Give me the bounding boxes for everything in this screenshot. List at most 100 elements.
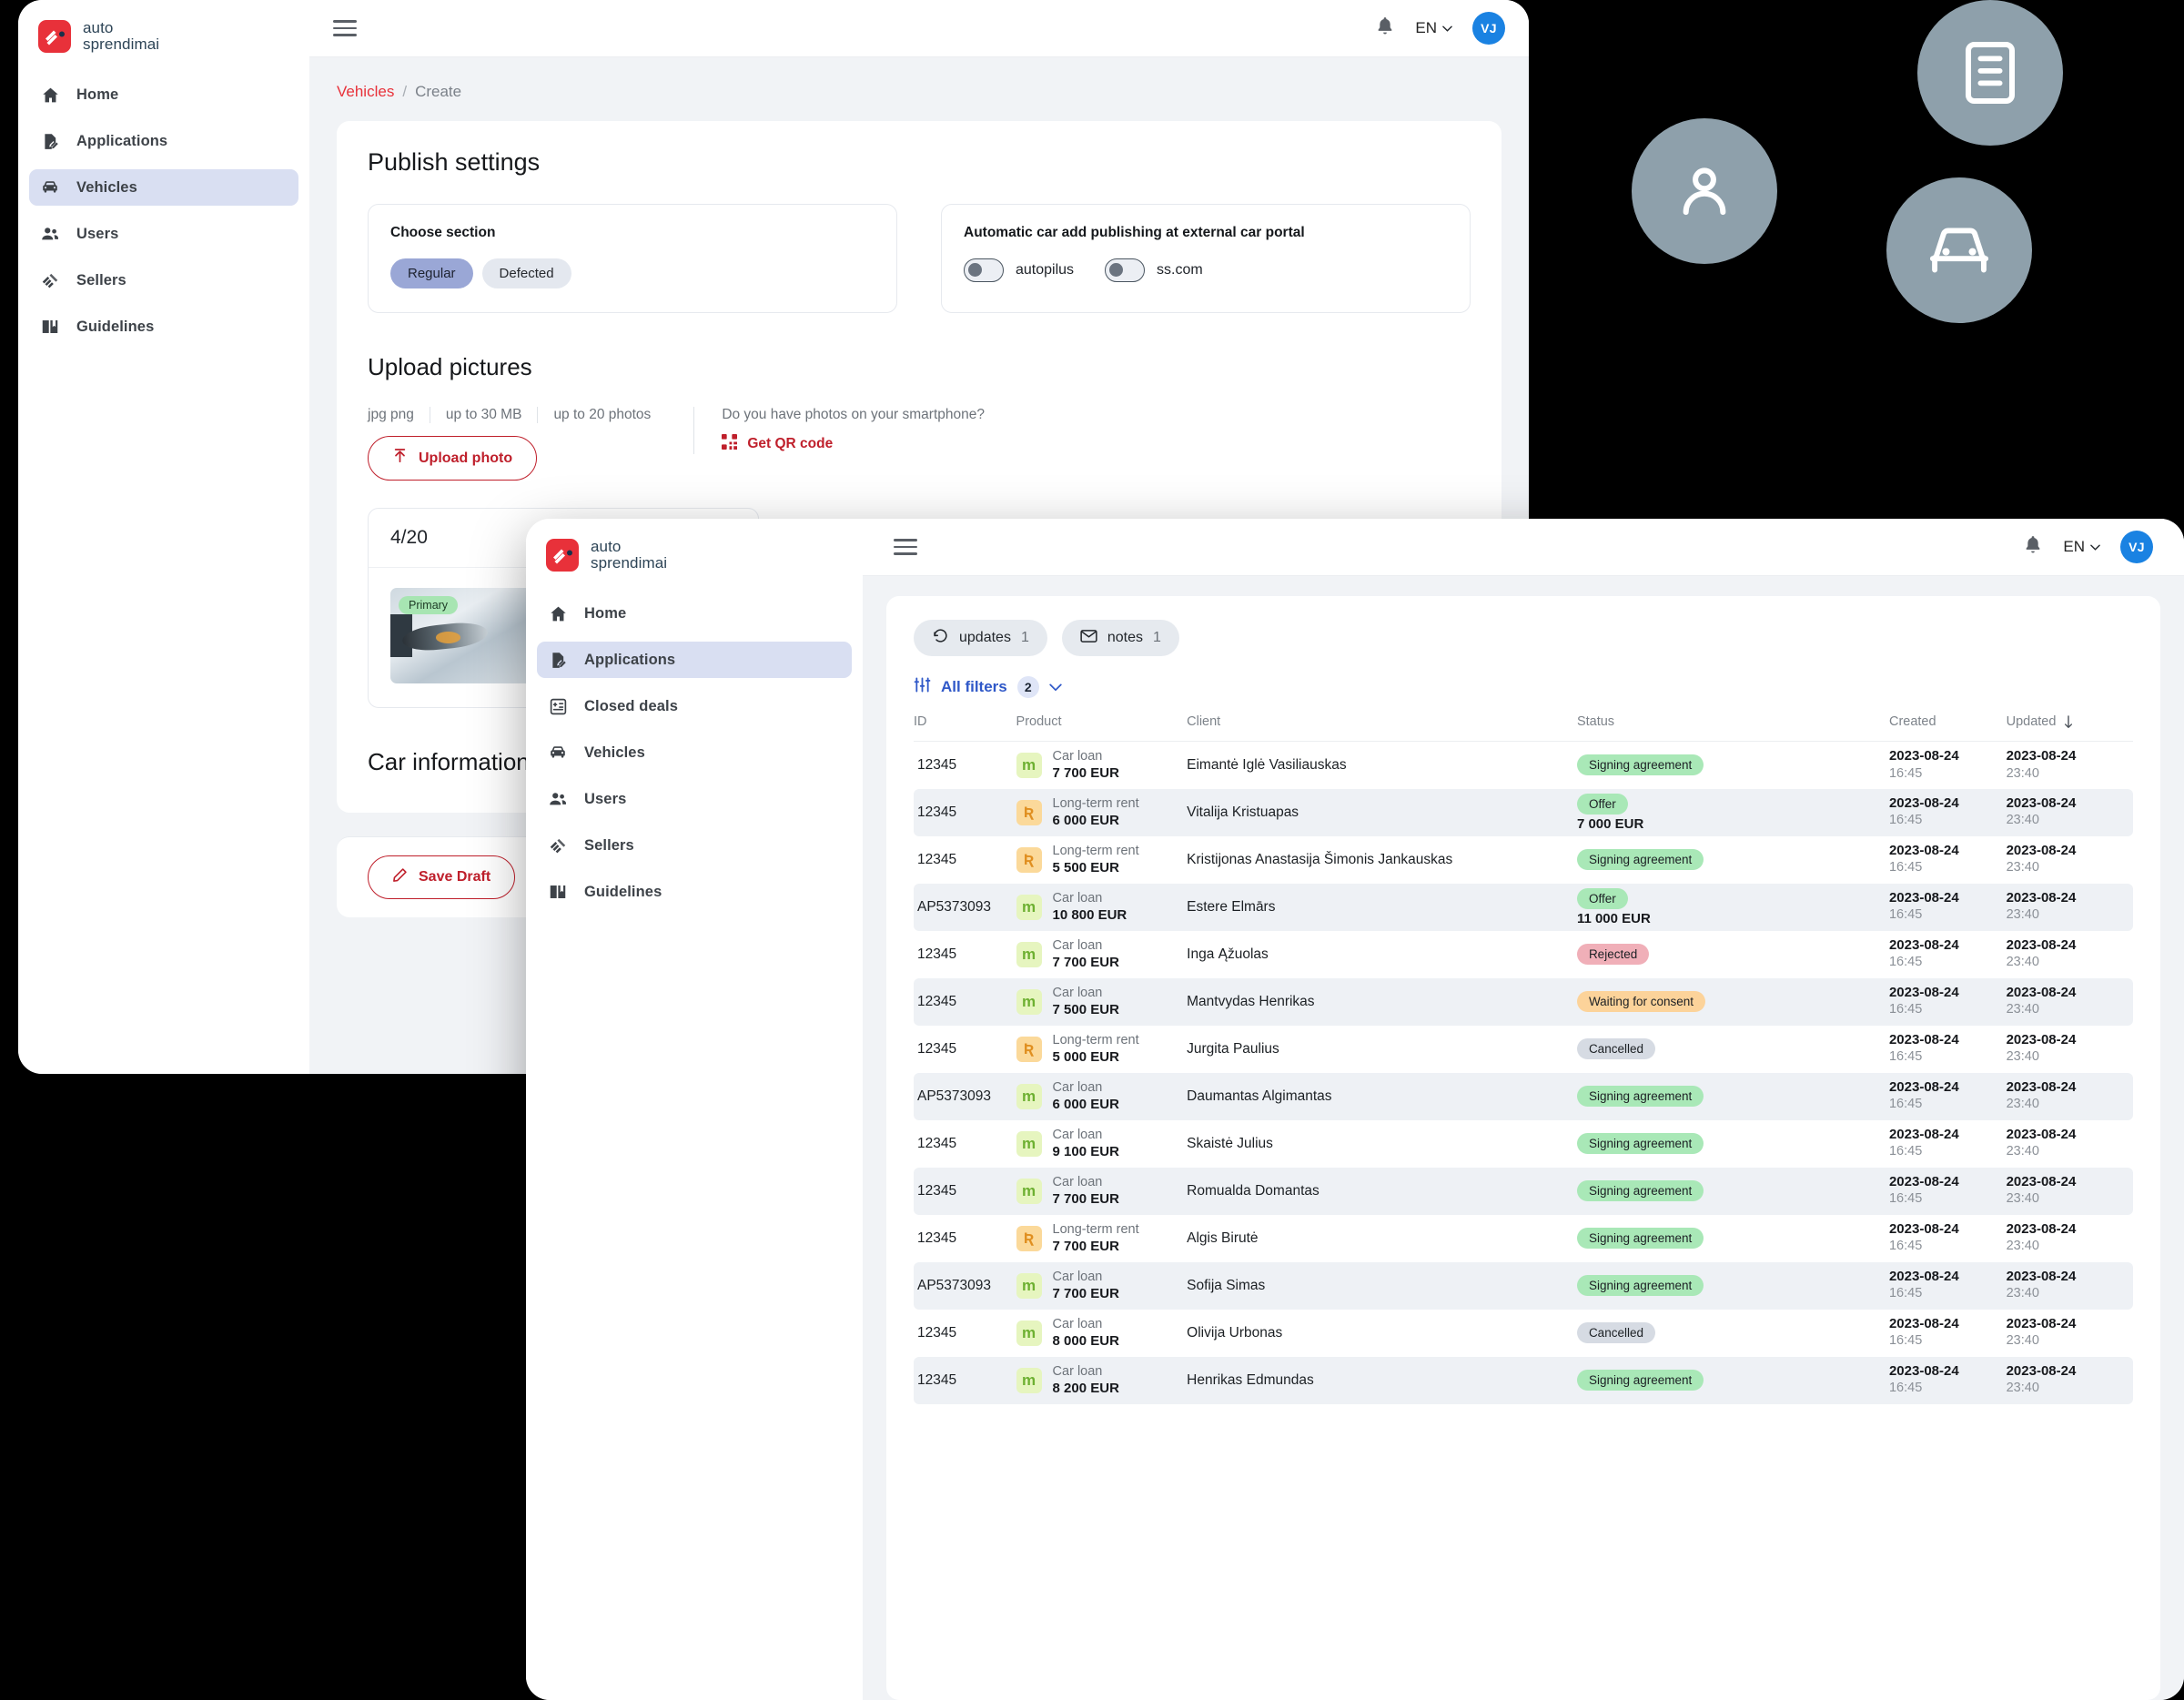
created-date: 2023-08-24 xyxy=(1888,1126,1959,1142)
sidebar-item-label: Home xyxy=(584,604,627,622)
product-amount: 7 700 EUR xyxy=(1052,1238,1119,1254)
table-row[interactable]: 12345 m Car loan 7 700 EUR Inga Ąžuolas Rejec… xyxy=(914,931,2133,978)
product-name: Long-term rent xyxy=(1052,843,1139,858)
sidebar-item-label: Sellers xyxy=(584,836,634,854)
cell-id: AP5373093 xyxy=(914,883,1016,931)
chevron-down-icon xyxy=(2090,544,2100,551)
sidebar-item-vehicles[interactable]: Vehicles xyxy=(537,734,852,771)
product-text: Car loan 8 200 EUR xyxy=(1053,1363,1119,1398)
column-header-client[interactable]: Client xyxy=(1187,714,1577,742)
table-row[interactable]: 12345 m Car loan 7 700 EUR Romualda Domantas… xyxy=(914,1167,2133,1215)
menu-toggle-icon[interactable] xyxy=(333,20,357,36)
menu-toggle-icon[interactable] xyxy=(894,539,917,555)
breadcrumb-vehicles[interactable]: Vehicles xyxy=(337,83,394,100)
cell-id: 12345 xyxy=(914,1167,1016,1215)
handshake-icon xyxy=(548,835,568,855)
application-icon xyxy=(548,650,568,670)
save-draft-button[interactable]: Save Draft xyxy=(368,855,516,899)
cell-updated: 2023-08-24 23:40 xyxy=(2007,836,2133,884)
sidebar-item-users[interactable]: Users xyxy=(537,781,852,817)
column-header-status[interactable]: Status xyxy=(1576,714,1889,742)
car-loan-icon: m xyxy=(1016,988,1042,1015)
created-time: 16:45 xyxy=(1888,1333,1923,1349)
thumbnail-shape-indicator xyxy=(436,632,461,643)
cell-created: 2023-08-24 16:45 xyxy=(1889,1215,2007,1262)
product-name: Long-term rent xyxy=(1052,1221,1139,1237)
cell-client: Sofija Simas xyxy=(1187,1261,1577,1310)
chip-notes[interactable]: notes 1 xyxy=(1061,620,1179,656)
avatar[interactable]: VJ xyxy=(2120,531,2153,563)
sidebar-item-closed-deals[interactable]: Closed deals xyxy=(537,688,852,724)
cell-created: 2023-08-24 16:45 xyxy=(1889,742,2007,789)
cell-id: 12345 xyxy=(917,1229,957,1246)
cell-client: Romualda Domantas xyxy=(1187,1167,1577,1215)
toggle-sscom[interactable] xyxy=(1105,258,1146,282)
sidebar-item-label: Guidelines xyxy=(584,883,662,900)
sidebar-item-label: Applications xyxy=(584,651,676,668)
book-icon xyxy=(40,317,60,337)
table-row[interactable]: 12345 m Car loan 7 700 EUR Eimantė Iglė Vasi… xyxy=(914,742,2133,789)
table-row[interactable]: 12345 m Car loan 7 500 EUR Mantvydas Henrika… xyxy=(914,977,2133,1026)
all-filters-control[interactable]: All filters 2 xyxy=(914,676,2133,698)
car-icon xyxy=(40,177,60,197)
language-selector[interactable]: EN xyxy=(2063,538,2100,556)
product-text: Car loan 6 000 EUR xyxy=(1053,1079,1119,1114)
column-header-updated[interactable]: Updated xyxy=(2006,714,2133,742)
sidebar-item-home[interactable]: Home xyxy=(537,595,852,632)
sidebar-item-users[interactable]: Users xyxy=(29,216,298,252)
section-option-regular[interactable]: Regular xyxy=(390,258,473,288)
product-name: Car loan xyxy=(1052,748,1103,764)
brand-logo[interactable]: auto sprendimai xyxy=(18,0,309,76)
updated-date: 2023-08-24 xyxy=(2006,747,2077,764)
section-option-defected[interactable]: Defected xyxy=(481,258,571,288)
sidebar-item-home[interactable]: Home xyxy=(29,76,298,113)
created-time: 16:45 xyxy=(1888,765,1923,781)
language-selector[interactable]: EN xyxy=(1415,19,1452,37)
table-row[interactable]: 12345 Ʀ Long-term rent 5 500 EUR Kristijonas… xyxy=(914,836,2133,884)
sidebar-item-guidelines[interactable]: Guidelines xyxy=(29,309,298,345)
table-row[interactable]: 12345 Ʀ Long-term rent 5 000 EUR Jurgita Pau… xyxy=(914,1026,2133,1073)
product-text: Car loan 7 700 EUR xyxy=(1053,937,1119,972)
table-row[interactable]: AP5373093 m Car loan 6 000 EUR Daumantas Alg… xyxy=(914,1072,2133,1120)
cell-status: Cancelled xyxy=(1576,1026,1889,1073)
cell-product: m Car loan 7 700 EUR xyxy=(1016,1167,1188,1215)
cell-status: Signing agreement xyxy=(1576,742,1889,789)
toggle-autopilus[interactable] xyxy=(964,258,1004,282)
get-qr-code-link[interactable]: Get QR code xyxy=(722,434,985,454)
column-header-id[interactable]: ID xyxy=(914,714,1016,742)
table-row[interactable]: 12345 Ʀ Long-term rent 7 700 EUR Algis Birut… xyxy=(914,1215,2133,1262)
table-row[interactable]: 12345 m Car loan 8 200 EUR Henrikas Edmundas… xyxy=(914,1356,2133,1404)
column-header-product[interactable]: Product xyxy=(1016,714,1188,742)
table-row[interactable]: 12345 Ʀ Long-term rent 6 000 EUR Vitalija Kr… xyxy=(914,788,2133,836)
sidebar-item-guidelines[interactable]: Guidelines xyxy=(537,874,852,910)
cell-client: Vitalija Kristuapas xyxy=(1187,788,1577,836)
upload-photo-button[interactable]: Upload photo xyxy=(368,436,538,481)
photo-thumbnail[interactable]: Primary xyxy=(390,588,543,683)
brand-logo[interactable]: auto sprendimai xyxy=(526,519,863,595)
sidebar-item-applications[interactable]: Applications xyxy=(537,642,852,678)
notifications-icon[interactable] xyxy=(1375,15,1395,42)
created-date: 2023-08-24 xyxy=(1888,1173,1959,1189)
notifications-icon[interactable] xyxy=(2023,534,2043,561)
chip-updates[interactable]: updates 1 xyxy=(914,620,1047,656)
car-loan-icon: m xyxy=(1016,1272,1042,1299)
table-row[interactable]: 12345 m Car loan 8 000 EUR Olivija Urbonas Ca… xyxy=(914,1310,2133,1357)
status-badge: Signing agreement xyxy=(1576,1370,1704,1391)
sidebar-item-sellers[interactable]: Sellers xyxy=(29,262,298,299)
cell-product: Ʀ Long-term rent 5 500 EUR xyxy=(1016,836,1188,884)
column-header-created[interactable]: Created xyxy=(1888,714,2007,742)
sidebar-item-sellers[interactable]: Sellers xyxy=(537,827,852,864)
table-row[interactable]: 12345 m Car loan 9 100 EUR Skaistė Julius Sig… xyxy=(914,1120,2133,1168)
created-time: 16:45 xyxy=(1888,907,1923,923)
product-text: Car loan 9 100 EUR xyxy=(1053,1127,1119,1161)
sidebar-item-vehicles[interactable]: Vehicles xyxy=(29,169,298,206)
table-row[interactable]: AP5373093 m Car loan 10 800 EUR Estere Elmār… xyxy=(914,883,2133,931)
applications-table-card: updates 1 notes 1 All filters 2 ID Produ… xyxy=(886,596,2160,1700)
table-row[interactable]: AP5373093 m Car loan 7 700 EUR Sofija Simas S… xyxy=(914,1261,2133,1310)
breadcrumb-current: Create xyxy=(415,83,462,100)
sidebar-item-applications[interactable]: Applications xyxy=(29,123,298,159)
status-badge: Signing agreement xyxy=(1576,1133,1704,1154)
product-amount: 8 200 EUR xyxy=(1052,1380,1119,1396)
created-time: 16:45 xyxy=(1888,1239,1923,1254)
avatar[interactable]: VJ xyxy=(1472,12,1505,45)
